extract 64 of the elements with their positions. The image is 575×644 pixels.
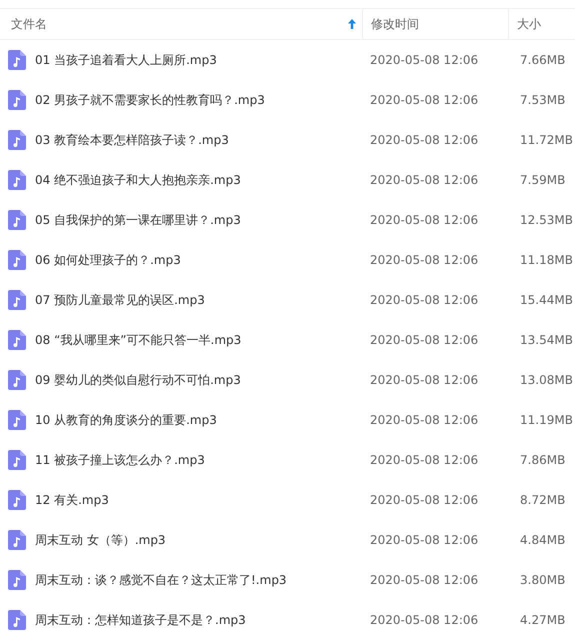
- modified-time: 2020-05-08 12:06: [369, 533, 480, 547]
- music-file-icon: [8, 410, 26, 430]
- file-name[interactable]: 10 从教育的角度谈分的重要.mp3: [35, 412, 217, 428]
- file-size: 4.27MB: [519, 613, 566, 627]
- file-size: 15.44MB: [519, 293, 574, 307]
- file-name[interactable]: 01 当孩子追着看大人上厕所.mp3: [35, 52, 217, 68]
- file-size: 7.86MB: [519, 453, 566, 467]
- modified-time: 2020-05-08 12:06: [369, 293, 480, 307]
- file-size: 7.59MB: [519, 173, 566, 187]
- music-file-icon: [8, 450, 26, 470]
- file-name[interactable]: 周末互动：谈？感觉不自在？这太正常了!.mp3: [35, 572, 287, 588]
- modified-time: 2020-05-08 12:06: [369, 413, 480, 427]
- music-file-icon: [8, 530, 26, 550]
- music-file-icon: [8, 250, 26, 270]
- modified-time: 2020-05-08 12:06: [369, 213, 480, 227]
- column-header[interactable]: 修改时间: [371, 16, 419, 32]
- file-name[interactable]: 12 有关.mp3: [35, 492, 109, 508]
- file-name[interactable]: 周末互动 女（等）.mp3: [35, 532, 166, 548]
- file-size: 13.54MB: [519, 333, 574, 347]
- file-name[interactable]: 周末互动：怎样知道孩子是不是？.mp3: [35, 612, 246, 628]
- file-name[interactable]: 08 “我从哪里来”可不能只答一半.mp3: [35, 332, 242, 348]
- file-size: 11.18MB: [519, 253, 574, 267]
- modified-time: 2020-05-08 12:06: [369, 253, 480, 267]
- modified-time: 2020-05-08 12:06: [369, 613, 480, 627]
- file-size: 7.53MB: [519, 93, 566, 107]
- music-file-icon: [8, 370, 26, 390]
- music-file-icon: [8, 130, 26, 150]
- file-name[interactable]: 02 男孩子就不需要家长的性教育吗？.mp3: [35, 92, 265, 108]
- file-name[interactable]: 04 绝不强迫孩子和大人抱抱亲亲.mp3: [35, 172, 241, 188]
- music-file-icon: [8, 490, 26, 510]
- file-size: 13.08MB: [519, 373, 574, 387]
- music-file-icon: [8, 50, 26, 70]
- file-size: 4.84MB: [519, 533, 566, 547]
- file-name[interactable]: 06 如何处理孩子的？.mp3: [35, 252, 181, 268]
- file-size: 12.53MB: [519, 213, 574, 227]
- file-name[interactable]: 09 婴幼儿的类似自慰行动不可怕.mp3: [35, 372, 241, 388]
- modified-time: 2020-05-08 12:06: [369, 453, 480, 467]
- music-file-icon: [8, 170, 26, 190]
- modified-time: 2020-05-08 12:06: [369, 93, 480, 107]
- music-file-icon: [8, 570, 26, 590]
- file-size: 3.80MB: [519, 573, 566, 587]
- music-file-icon: [8, 610, 26, 630]
- modified-time: 2020-05-08 12:06: [369, 373, 480, 387]
- music-file-icon: [8, 290, 26, 310]
- file-name[interactable]: 05 自我保护的第一课在哪里讲？.mp3: [35, 212, 241, 228]
- file-name[interactable]: 07 预防儿童最常见的误区.mp3: [35, 292, 205, 308]
- modified-time: 2020-05-08 12:06: [369, 173, 480, 187]
- file-size: 8.72MB: [519, 493, 566, 507]
- column-header[interactable]: 大小: [517, 16, 541, 32]
- file-name[interactable]: 03 教育绘本要怎样陪孩子读？.mp3: [35, 132, 229, 148]
- modified-time: 2020-05-08 12:06: [369, 133, 480, 147]
- music-file-icon: [8, 210, 26, 230]
- sort-ascending-icon[interactable]: [348, 19, 356, 29]
- column-header[interactable]: 文件名: [11, 16, 47, 32]
- music-file-icon: [8, 330, 26, 350]
- modified-time: 2020-05-08 12:06: [369, 53, 480, 67]
- modified-time: 2020-05-08 12:06: [369, 333, 480, 347]
- modified-time: 2020-05-08 12:06: [369, 573, 480, 587]
- file-name[interactable]: 11 被孩子撞上该怎么办？.mp3: [35, 452, 205, 468]
- file-size: 11.19MB: [519, 413, 574, 427]
- file-size: 7.66MB: [519, 53, 566, 67]
- music-file-icon: [8, 90, 26, 110]
- file-size: 11.72MB: [519, 133, 574, 147]
- modified-time: 2020-05-08 12:06: [369, 493, 480, 507]
